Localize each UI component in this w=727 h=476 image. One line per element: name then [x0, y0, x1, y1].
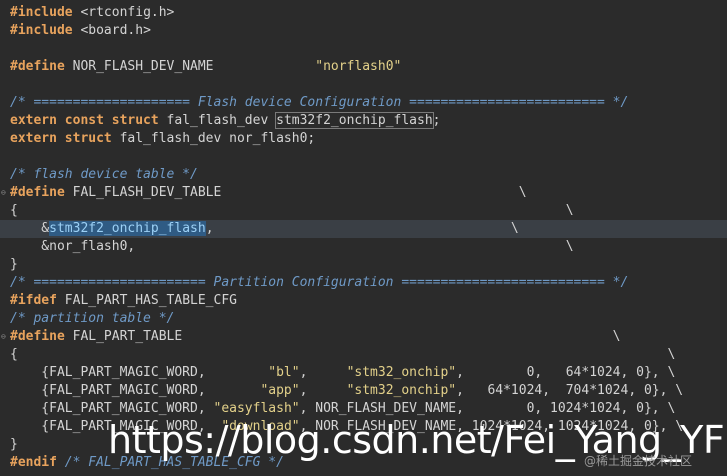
code-text-segment: , 0, 64*1024, 0}, \ [456, 365, 676, 380]
code-line[interactable] [0, 76, 727, 94]
code-line[interactable]: &stm32f2_onchip_flash, \ [0, 220, 727, 238]
code-string: "norflash0" [315, 59, 402, 74]
code-text: /* ====================== Partition Conf… [10, 274, 628, 292]
watermark-site: @稀土掘金技术社区 [584, 454, 693, 468]
code-text-segment: } [10, 257, 18, 272]
code-line[interactable]: #include <board.h> [0, 22, 727, 40]
code-line[interactable]: /* ==================== Flash device Con… [0, 94, 727, 112]
code-line[interactable]: /* partition table */ [0, 310, 727, 328]
code-line[interactable]: } [0, 256, 727, 274]
code-comment: /* partition table */ [10, 311, 175, 326]
code-text: #ifdef FAL_PART_HAS_TABLE_CFG [10, 292, 237, 310]
code-identifier: NOR_FLASH_DEV_NAME [64, 59, 214, 74]
code-text: } [10, 256, 18, 274]
code-text-segment: {FAL_PART_MAGIC_WORD, [10, 401, 214, 416]
code-text-segment: , [299, 365, 347, 380]
code-text: #include <rtconfig.h> [10, 4, 174, 22]
code-string: "app" [260, 383, 300, 398]
code-keyword: #include [10, 5, 73, 20]
code-text: &stm32f2_onchip_flash, \ [10, 220, 519, 238]
code-keyword: #define [10, 185, 65, 200]
code-text: &nor_flash0, \ [10, 238, 574, 256]
code-line[interactable] [0, 40, 727, 58]
code-line[interactable]: ⊖ #define FAL_FLASH_DEV_TABLE \ [0, 184, 727, 202]
code-line[interactable]: &nor_flash0, \ [0, 238, 727, 256]
code-text-segment: \ [221, 185, 527, 200]
code-text: {FAL_PART_MAGIC_WORD, "easyflash", NOR_F… [10, 400, 675, 418]
code-text: } [10, 436, 18, 454]
code-text: #define NOR_FLASH_DEV_NAME "norflash0" [10, 58, 401, 76]
code-line[interactable]: /* ====================== Partition Conf… [0, 274, 727, 292]
code-line[interactable]: ⊖ #define FAL_PART_TABLE \ [0, 328, 727, 346]
code-text: #define FAL_FLASH_DEV_TABLE \ [10, 184, 527, 202]
code-line[interactable]: extern const struct fal_flash_dev stm32f… [0, 112, 727, 130]
code-line[interactable]: #define NOR_FLASH_DEV_NAME "norflash0" [0, 58, 727, 76]
code-comment: /* ====================== Partition Conf… [10, 275, 629, 290]
code-keyword: #endif [10, 455, 57, 470]
code-keyword: #define [10, 329, 65, 344]
code-text-segment: <board.h> [72, 23, 151, 38]
code-text: { \ [10, 202, 574, 220]
code-string: "stm32_onchip" [346, 383, 457, 398]
fold-toggle-icon[interactable]: ⊖ [1, 332, 7, 342]
code-text-segment: \ [182, 329, 621, 344]
code-comment: /* ==================== Flash device Con… [10, 95, 629, 110]
highlighted-identifier: stm32f2_onchip_flash [275, 112, 434, 129]
code-keyword: #include [10, 23, 73, 38]
code-text-segment: , 64*1024, 704*1024, 0}, \ [456, 383, 684, 398]
code-text-segment: {FAL_PART_MAGIC_WORD, [10, 365, 269, 380]
code-text-segment: , NOR_FLASH_DEV_NAME, [299, 401, 464, 416]
code-line[interactable]: {FAL_PART_MAGIC_WORD, "easyflash", NOR_F… [0, 400, 727, 418]
code-text: {FAL_PART_MAGIC_WORD, "bl", "stm32_onchi… [10, 364, 675, 382]
code-text-segment: { \ [10, 203, 574, 218]
code-text-segment: ; [432, 113, 441, 128]
code-text: extern const struct fal_flash_dev stm32f… [10, 112, 441, 130]
fold-toggle-icon[interactable]: ⊖ [1, 188, 7, 198]
code-text-segment: FAL_PART_HAS_TABLE_CFG [56, 293, 237, 308]
code-text: extern struct fal_flash_dev nor_flash0; [10, 130, 315, 148]
code-text-segment: <rtconfig.h> [72, 5, 175, 20]
code-line[interactable]: /* flash device table */ [0, 166, 727, 184]
code-text-segment: FAL_FLASH_DEV_TABLE [64, 185, 222, 200]
code-string: "stm32_onchip" [346, 365, 457, 380]
code-text-segment: { \ [10, 347, 676, 362]
code-text-segment: fal_flash_dev nor_flash0; [111, 131, 316, 146]
code-text-segment: , [299, 383, 347, 398]
code-keyword: #define [10, 59, 65, 74]
code-text-segment: } [10, 437, 18, 452]
code-comment: /* flash device table */ [10, 167, 198, 182]
code-text: {FAL_PART_MAGIC_WORD, "app", "stm32_onch… [10, 382, 683, 400]
code-text-segment: &nor_flash0, \ [10, 239, 574, 254]
code-line[interactable]: {FAL_PART_MAGIC_WORD, "bl", "stm32_onchi… [0, 364, 727, 382]
code-text: /* ==================== Flash device Con… [10, 94, 628, 112]
code-text-segment: , \ [205, 221, 519, 236]
code-text: /* partition table */ [10, 310, 174, 328]
code-text-segment: 0, 1024*1024, 0}, \ [463, 401, 676, 416]
code-line[interactable]: {FAL_PART_MAGIC_WORD, "app", "stm32_onch… [0, 382, 727, 400]
code-keyword: extern const struct [10, 113, 159, 128]
code-keyword: extern struct [10, 131, 112, 146]
code-text: /* flash device table */ [10, 166, 198, 184]
code-text: #include <board.h> [10, 22, 151, 40]
code-line[interactable]: extern struct fal_flash_dev nor_flash0; [0, 130, 727, 148]
code-string: "bl" [268, 365, 300, 380]
code-line[interactable]: { \ [0, 202, 727, 220]
code-text: { \ [10, 346, 675, 364]
code-line[interactable]: { \ [0, 346, 727, 364]
code-line[interactable] [0, 148, 727, 166]
code-line[interactable]: #ifdef FAL_PART_HAS_TABLE_CFG [0, 292, 727, 310]
code-text: #define FAL_PART_TABLE \ [10, 328, 621, 346]
code-keyword: #ifdef [10, 293, 57, 308]
code-line[interactable]: #include <rtconfig.h> [0, 4, 727, 22]
code-string: "easyflash" [213, 401, 300, 416]
selected-text: stm32f2_onchip_flash [49, 221, 206, 236]
code-text-segment: {FAL_PART_MAGIC_WORD, [10, 383, 261, 398]
code-editor[interactable]: #include <rtconfig.h> #include <board.h> #… [0, 0, 727, 476]
code-text-segment: FAL_PART_TABLE [64, 329, 183, 344]
code-text-segment: fal_flash_dev [158, 113, 277, 128]
code-text-segment: & [10, 221, 50, 236]
